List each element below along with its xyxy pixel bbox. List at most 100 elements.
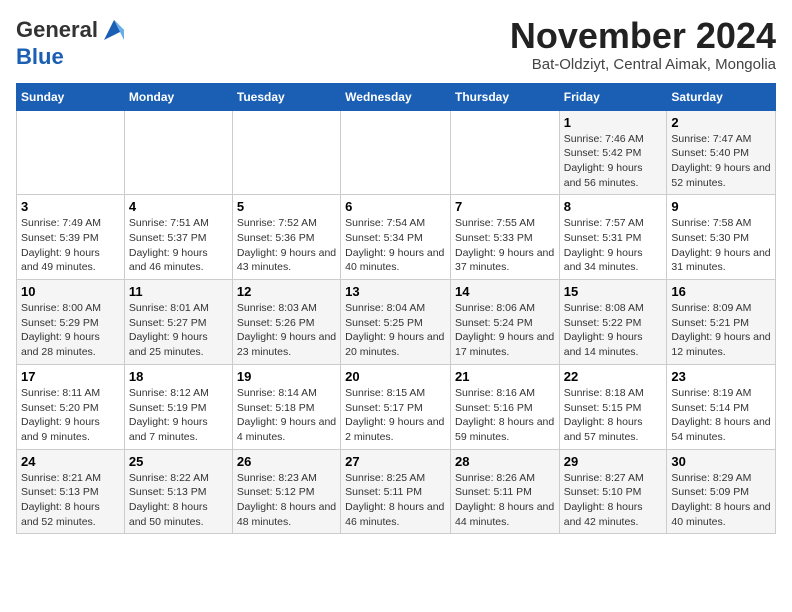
calendar-day-cell xyxy=(17,110,125,195)
calendar-day-cell: 3 Sunrise: 7:49 AM Sunset: 5:39 PM Daylig… xyxy=(17,195,125,280)
calendar-day-cell: 29 Sunrise: 8:27 AM Sunset: 5:10 PM Dayli… xyxy=(559,449,667,534)
day-detail: Sunrise: 8:14 AM Sunset: 5:18 PM Dayligh… xyxy=(237,386,336,445)
day-number: 6 xyxy=(345,199,446,214)
day-detail: Sunrise: 7:58 AM Sunset: 5:30 PM Dayligh… xyxy=(671,216,771,275)
day-number: 30 xyxy=(671,454,771,469)
day-detail: Sunrise: 8:11 AM Sunset: 5:20 PM Dayligh… xyxy=(21,386,120,445)
calendar-day-cell: 8Sunrise: 7:57 AM Sunset: 5:31 PM Daylig… xyxy=(559,195,667,280)
calendar-day-cell: 21Sunrise: 8:16 AM Sunset: 5:16 PM Dayli… xyxy=(450,364,559,449)
day-number: 5 xyxy=(237,199,336,214)
page-header: General Blue November 2024 Bat-Oldziyt, … xyxy=(16,16,776,73)
weekday-header-sunday: Sunday xyxy=(17,83,125,110)
day-number: 28 xyxy=(455,454,555,469)
title-block: November 2024 Bat-Oldziyt, Central Aimak… xyxy=(510,16,776,73)
day-number: 20 xyxy=(345,369,446,384)
calendar-day-cell: 25 Sunrise: 8:22 AM Sunset: 5:13 PM Dayli… xyxy=(124,449,232,534)
day-detail: Sunrise: 8:29 AM Sunset: 5:09 PM Dayligh… xyxy=(671,471,771,530)
month-title: November 2024 xyxy=(510,16,776,56)
day-detail: Sunrise: 8:04 AM Sunset: 5:25 PM Dayligh… xyxy=(345,301,446,360)
calendar-day-cell: 5 Sunrise: 7:52 AM Sunset: 5:36 PM Daylig… xyxy=(232,195,340,280)
logo-general: General xyxy=(16,17,98,42)
calendar-day-cell xyxy=(341,110,451,195)
calendar-day-cell: 19 Sunrise: 8:14 AM Sunset: 5:18 PM Dayli… xyxy=(232,364,340,449)
day-detail: Sunrise: 8:22 AM Sunset: 5:13 PM Dayligh… xyxy=(129,471,228,530)
day-detail: Sunrise: 7:49 AM Sunset: 5:39 PM Dayligh… xyxy=(21,216,120,275)
day-number: 27 xyxy=(345,454,446,469)
day-number: 23 xyxy=(671,369,771,384)
day-number: 2 xyxy=(671,115,771,130)
calendar-day-cell: 14 Sunrise: 8:06 AM Sunset: 5:24 PM Dayli… xyxy=(450,280,559,365)
calendar-day-cell: 18Sunrise: 8:12 AM Sunset: 5:19 PM Dayli… xyxy=(124,364,232,449)
day-number: 17 xyxy=(21,369,120,384)
calendar-day-cell: 24 Sunrise: 8:21 AM Sunset: 5:13 PM Dayli… xyxy=(17,449,125,534)
calendar-day-cell: 12 Sunrise: 8:03 AM Sunset: 5:26 PM Dayli… xyxy=(232,280,340,365)
weekday-header-wednesday: Wednesday xyxy=(341,83,451,110)
calendar-week-row: 1 Sunrise: 7:46 AM Sunset: 5:42 PM Daylig… xyxy=(17,110,776,195)
day-detail: Sunrise: 8:09 AM Sunset: 5:21 PM Dayligh… xyxy=(671,301,771,360)
day-number: 4 xyxy=(129,199,228,214)
day-detail: Sunrise: 8:27 AM Sunset: 5:10 PM Dayligh… xyxy=(564,471,663,530)
day-detail: Sunrise: 7:55 AM Sunset: 5:33 PM Dayligh… xyxy=(455,216,555,275)
day-detail: Sunrise: 8:06 AM Sunset: 5:24 PM Dayligh… xyxy=(455,301,555,360)
day-number: 10 xyxy=(21,284,120,299)
weekday-header-monday: Monday xyxy=(124,83,232,110)
day-number: 16 xyxy=(671,284,771,299)
day-number: 25 xyxy=(129,454,228,469)
day-detail: Sunrise: 8:23 AM Sunset: 5:12 PM Dayligh… xyxy=(237,471,336,530)
day-number: 18 xyxy=(129,369,228,384)
calendar-week-row: 24 Sunrise: 8:21 AM Sunset: 5:13 PM Dayli… xyxy=(17,449,776,534)
calendar-header-row: SundayMondayTuesdayWednesdayThursdayFrid… xyxy=(17,83,776,110)
day-detail: Sunrise: 8:00 AM Sunset: 5:29 PM Dayligh… xyxy=(21,301,120,360)
day-number: 24 xyxy=(21,454,120,469)
calendar-day-cell: 23 Sunrise: 8:19 AM Sunset: 5:14 PM Dayli… xyxy=(667,364,776,449)
day-detail: Sunrise: 8:26 AM Sunset: 5:11 PM Dayligh… xyxy=(455,471,555,530)
calendar-body: 1 Sunrise: 7:46 AM Sunset: 5:42 PM Daylig… xyxy=(17,110,776,534)
day-number: 9 xyxy=(671,199,771,214)
day-number: 14 xyxy=(455,284,555,299)
calendar-day-cell: 20Sunrise: 8:15 AM Sunset: 5:17 PM Dayli… xyxy=(341,364,451,449)
location-title: Bat-Oldziyt, Central Aimak, Mongolia xyxy=(510,56,776,73)
weekday-header-tuesday: Tuesday xyxy=(232,83,340,110)
day-number: 1 xyxy=(564,115,663,130)
day-detail: Sunrise: 8:08 AM Sunset: 5:22 PM Dayligh… xyxy=(564,301,663,360)
calendar-day-cell: 22Sunrise: 8:18 AM Sunset: 5:15 PM Dayli… xyxy=(559,364,667,449)
calendar-day-cell: 2 Sunrise: 7:47 AM Sunset: 5:40 PM Daylig… xyxy=(667,110,776,195)
day-number: 29 xyxy=(564,454,663,469)
day-number: 13 xyxy=(345,284,446,299)
day-detail: Sunrise: 7:54 AM Sunset: 5:34 PM Dayligh… xyxy=(345,216,446,275)
day-detail: Sunrise: 7:47 AM Sunset: 5:40 PM Dayligh… xyxy=(671,132,771,191)
calendar-day-cell: 30 Sunrise: 8:29 AM Sunset: 5:09 PM Dayli… xyxy=(667,449,776,534)
calendar-day-cell: 17 Sunrise: 8:11 AM Sunset: 5:20 PM Dayli… xyxy=(17,364,125,449)
calendar-day-cell: 11Sunrise: 8:01 AM Sunset: 5:27 PM Dayli… xyxy=(124,280,232,365)
calendar-day-cell: 10 Sunrise: 8:00 AM Sunset: 5:29 PM Dayli… xyxy=(17,280,125,365)
calendar-table: SundayMondayTuesdayWednesdayThursdayFrid… xyxy=(16,83,776,535)
calendar-day-cell: 27Sunrise: 8:25 AM Sunset: 5:11 PM Dayli… xyxy=(341,449,451,534)
calendar-day-cell xyxy=(124,110,232,195)
calendar-week-row: 10 Sunrise: 8:00 AM Sunset: 5:29 PM Dayli… xyxy=(17,280,776,365)
day-detail: Sunrise: 8:19 AM Sunset: 5:14 PM Dayligh… xyxy=(671,386,771,445)
calendar-week-row: 17 Sunrise: 8:11 AM Sunset: 5:20 PM Dayli… xyxy=(17,364,776,449)
day-number: 8 xyxy=(564,199,663,214)
weekday-header-saturday: Saturday xyxy=(667,83,776,110)
calendar-day-cell: 4 Sunrise: 7:51 AM Sunset: 5:37 PM Daylig… xyxy=(124,195,232,280)
day-number: 15 xyxy=(564,284,663,299)
day-detail: Sunrise: 8:18 AM Sunset: 5:15 PM Dayligh… xyxy=(564,386,663,445)
calendar-week-row: 3 Sunrise: 7:49 AM Sunset: 5:39 PM Daylig… xyxy=(17,195,776,280)
day-detail: Sunrise: 7:52 AM Sunset: 5:36 PM Dayligh… xyxy=(237,216,336,275)
calendar-day-cell: 26 Sunrise: 8:23 AM Sunset: 5:12 PM Dayli… xyxy=(232,449,340,534)
day-detail: Sunrise: 7:46 AM Sunset: 5:42 PM Dayligh… xyxy=(564,132,663,191)
calendar-day-cell: 28 Sunrise: 8:26 AM Sunset: 5:11 PM Dayli… xyxy=(450,449,559,534)
weekday-header-friday: Friday xyxy=(559,83,667,110)
calendar-day-cell: 15 Sunrise: 8:08 AM Sunset: 5:22 PM Dayli… xyxy=(559,280,667,365)
day-number: 3 xyxy=(21,199,120,214)
day-number: 12 xyxy=(237,284,336,299)
day-number: 26 xyxy=(237,454,336,469)
day-number: 11 xyxy=(129,284,228,299)
day-number: 19 xyxy=(237,369,336,384)
day-detail: Sunrise: 8:21 AM Sunset: 5:13 PM Dayligh… xyxy=(21,471,120,530)
logo: General Blue xyxy=(16,16,128,70)
day-detail: Sunrise: 8:03 AM Sunset: 5:26 PM Dayligh… xyxy=(237,301,336,360)
day-detail: Sunrise: 8:16 AM Sunset: 5:16 PM Dayligh… xyxy=(455,386,555,445)
logo-icon xyxy=(100,16,128,44)
day-detail: Sunrise: 7:51 AM Sunset: 5:37 PM Dayligh… xyxy=(129,216,228,275)
